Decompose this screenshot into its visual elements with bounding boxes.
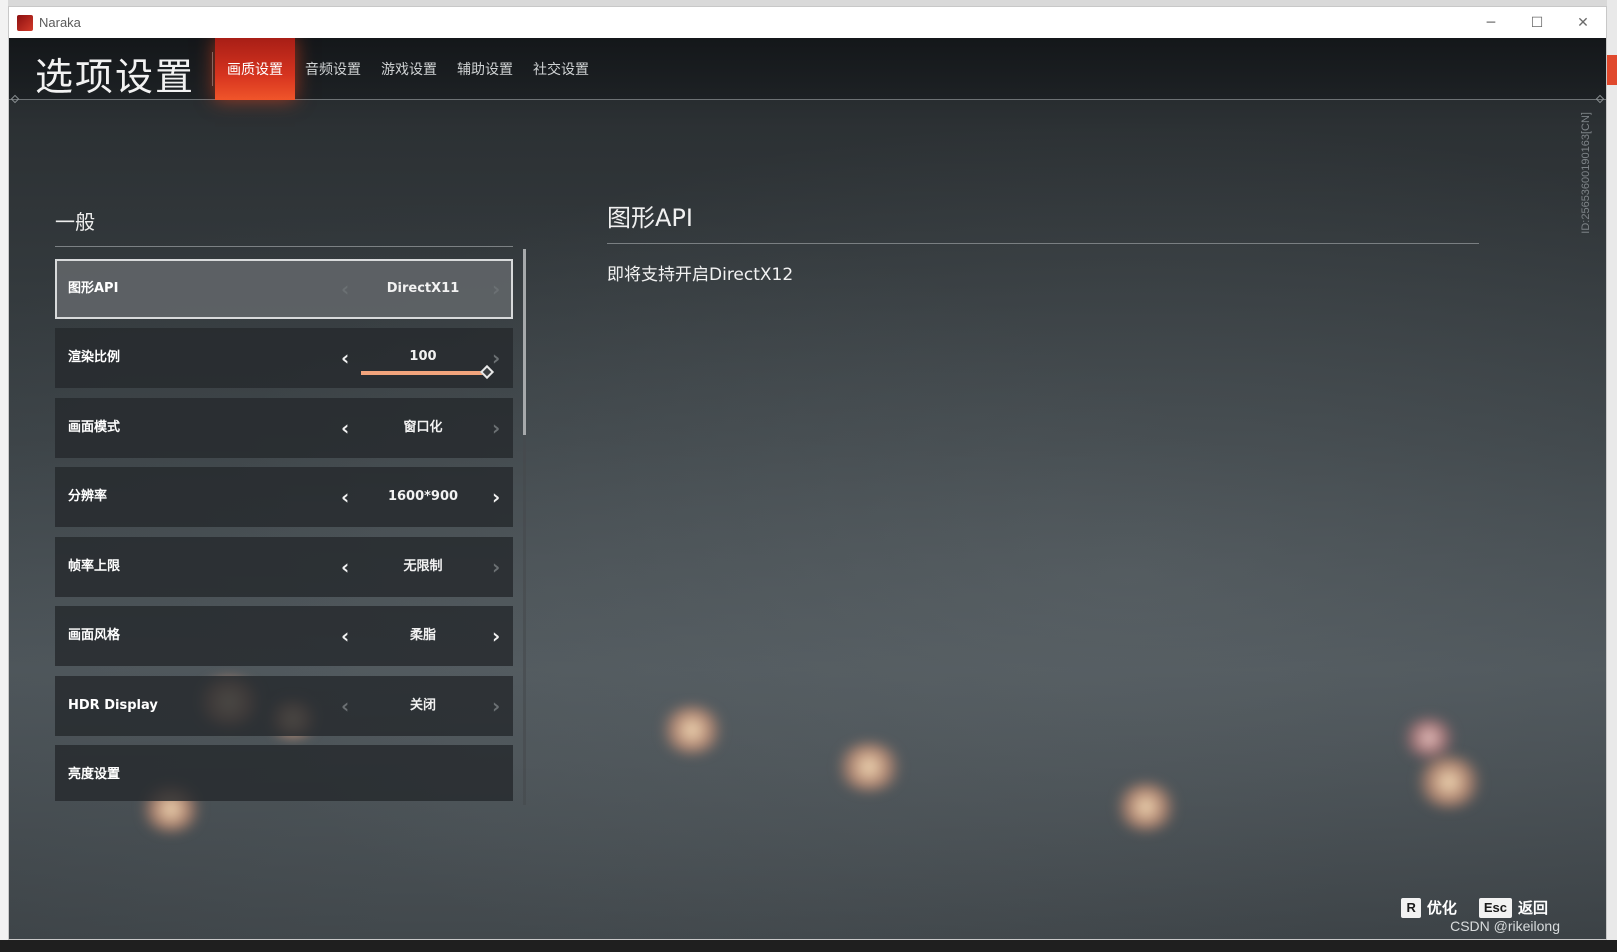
chevron-left-icon[interactable]: ‹: [341, 537, 349, 597]
setting-row-resolution[interactable]: 分辨率 ‹ 1600*900 ›: [55, 467, 513, 527]
chevron-right-icon[interactable]: ›: [492, 467, 500, 527]
keycap-r: R: [1401, 897, 1421, 918]
desktop-red-element: [1607, 55, 1617, 85]
optimize-button[interactable]: R 优化: [1401, 897, 1457, 918]
slider-fill: [361, 371, 487, 375]
section-title: 一般: [55, 210, 95, 234]
chevron-left-icon[interactable]: ‹: [341, 676, 349, 736]
lantern-glow: [834, 743, 904, 791]
setting-value: DirectX11: [386, 281, 460, 296]
tab-graphics[interactable]: 画质设置: [215, 38, 295, 100]
setting-value: 柔脂: [409, 628, 436, 643]
chevron-left-icon[interactable]: ‹: [341, 328, 349, 388]
footer-hotkeys: R 优化 Esc 返回: [1401, 897, 1548, 918]
render-scale-slider[interactable]: [361, 364, 495, 380]
minimize-button[interactable]: ─: [1468, 7, 1514, 38]
setting-value: 窗口化: [403, 420, 443, 435]
detail-description: 即将支持开启DirectX12: [607, 265, 794, 285]
chevron-right-icon[interactable]: ›: [492, 537, 500, 597]
build-id: ID:2565360019016​3[CN]: [1580, 112, 1592, 234]
watermark: CSDN @rikeilong: [1450, 918, 1560, 934]
chevron-right-icon[interactable]: ›: [492, 261, 500, 321]
chevron-right-icon[interactable]: ›: [492, 398, 500, 458]
keycap-esc: Esc: [1478, 897, 1512, 918]
setting-row-image-style[interactable]: 画面风格 ‹ 柔脂 ›: [55, 606, 513, 666]
setting-value: 100: [409, 349, 437, 364]
close-button[interactable]: ✕: [1560, 7, 1606, 38]
lantern-glow: [1114, 783, 1178, 831]
lantern-glow: [659, 706, 725, 754]
tab-social[interactable]: 社交设置: [523, 38, 599, 100]
game-viewport: 选项设置 画质设置 音频设置 游戏设置 辅助设置 社交设置 一般 图形API ‹…: [9, 38, 1606, 939]
detail-divider: [607, 243, 1479, 244]
chevron-left-icon[interactable]: ‹: [341, 606, 349, 666]
detail-title: 图形API: [607, 204, 693, 232]
chevron-left-icon[interactable]: ‹: [341, 467, 349, 527]
chevron-right-icon[interactable]: ›: [492, 676, 500, 736]
setting-row-graphics-api[interactable]: 图形API ‹ DirectX11 ›: [55, 259, 513, 319]
setting-label: 画面模式: [68, 420, 121, 435]
setting-label: 图形API: [68, 281, 119, 296]
chevron-left-icon[interactable]: ‹: [341, 261, 349, 321]
desktop-background-left: [0, 0, 8, 952]
lantern-glow: [1414, 756, 1484, 808]
title-divider: [212, 52, 213, 86]
setting-label: 渲染比例: [68, 350, 121, 365]
settings-scrollbar-thumb[interactable]: [523, 249, 526, 435]
setting-label: 画面风格: [68, 628, 121, 643]
desktop-background-right: [1607, 0, 1617, 952]
page-title: 选项设置: [35, 55, 196, 99]
setting-label: 分辨率: [68, 489, 108, 504]
setting-label: 亮度设置: [68, 767, 121, 782]
settings-header: 选项设置 画质设置 音频设置 游戏设置 辅助设置 社交设置: [9, 38, 1606, 104]
setting-row-hdr-display[interactable]: HDR Display ‹ 关闭 ›: [55, 676, 513, 736]
section-divider: [55, 246, 513, 247]
window-title: Naraka: [39, 15, 81, 30]
setting-label: HDR Display: [68, 698, 158, 713]
window-titlebar[interactable]: Naraka ─ ☐ ✕: [9, 7, 1606, 38]
optimize-label: 优化: [1426, 899, 1457, 917]
tab-game[interactable]: 游戏设置: [371, 38, 447, 100]
back-button[interactable]: Esc 返回: [1478, 897, 1548, 918]
setting-label: 帧率上限: [68, 559, 121, 574]
chevron-right-icon[interactable]: ›: [492, 606, 500, 666]
lantern-glow: [1401, 718, 1457, 758]
game-window: Naraka ─ ☐ ✕ 选项设置 画质设置 音频设置 游戏设置 辅助设置 社交…: [8, 6, 1607, 940]
tab-assist[interactable]: 辅助设置: [447, 38, 523, 100]
tab-audio[interactable]: 音频设置: [295, 38, 371, 100]
settings-tabs: 画质设置 音频设置 游戏设置 辅助设置 社交设置: [215, 38, 599, 100]
setting-row-display-mode[interactable]: 画面模式 ‹ 窗口化 ›: [55, 398, 513, 458]
settings-list: 图形API ‹ DirectX11 › 渲染比例 ‹ 100 › 画面模式 ‹: [55, 259, 513, 801]
setting-value: 关闭: [409, 698, 436, 713]
maximize-button[interactable]: ☐: [1514, 7, 1560, 38]
header-corner-ornament: [1595, 94, 1605, 104]
header-corner-ornament: [10, 94, 20, 104]
chevron-left-icon[interactable]: ‹: [341, 398, 349, 458]
app-icon: [17, 14, 33, 31]
setting-value: 无限制: [403, 559, 443, 574]
taskbar: [0, 940, 1617, 952]
setting-row-brightness[interactable]: 亮度设置: [55, 745, 513, 801]
setting-row-render-scale[interactable]: 渲染比例 ‹ 100 ›: [55, 328, 513, 388]
setting-row-frame-rate-cap[interactable]: 帧率上限 ‹ 无限制 ›: [55, 537, 513, 597]
chevron-right-icon[interactable]: ›: [492, 328, 500, 388]
back-label: 返回: [1517, 899, 1548, 917]
setting-value: 1600*900: [387, 489, 459, 504]
